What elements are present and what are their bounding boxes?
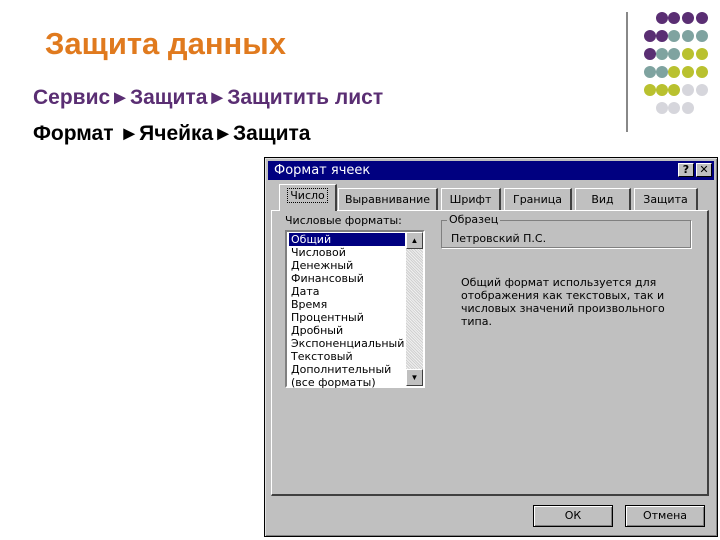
- arrow-icon: ►: [207, 87, 228, 109]
- path-step: Формат: [33, 122, 120, 145]
- format-list-item[interactable]: Процентный: [289, 311, 405, 324]
- tab-label: Число: [287, 188, 328, 203]
- decor-dot: [668, 66, 680, 78]
- decor-dot: [656, 12, 668, 24]
- dialog-titlebar: Формат ячеек ? ✕: [268, 161, 714, 180]
- cancel-button[interactable]: Отмена: [625, 505, 705, 527]
- decor-dot: [682, 48, 694, 60]
- decor-dot: [656, 30, 668, 42]
- tab-font[interactable]: Шрифт: [441, 188, 501, 210]
- menu-path-format: Формат ►Ячейка►Защита: [33, 122, 310, 146]
- decor-dot: [644, 48, 656, 60]
- decor-dot: [696, 30, 708, 42]
- decor-dot: [668, 84, 680, 96]
- format-list-item[interactable]: Дополнительный: [289, 363, 405, 376]
- slide-title: Защита данных: [45, 26, 286, 61]
- formats-listbox[interactable]: Общий Числовой Денежный Финансовый Дата Время…: [285, 230, 425, 389]
- decor-divider: [626, 12, 628, 132]
- decor-dot: [668, 12, 680, 24]
- decor-dot: [644, 66, 656, 78]
- decor-dot: [644, 84, 656, 96]
- scroll-down-icon[interactable]: ▼: [406, 369, 423, 386]
- sample-value: Петровский П.С.: [451, 232, 547, 245]
- decor-dot: [682, 66, 694, 78]
- decor-dot: [696, 84, 708, 96]
- format-list-item[interactable]: Денежный: [289, 259, 405, 272]
- decor-dot-grid: [638, 10, 720, 120]
- decor-dot: [668, 102, 680, 114]
- format-list-item[interactable]: Текстовый: [289, 350, 405, 363]
- tab-number[interactable]: Число: [279, 184, 337, 211]
- decor-dot: [682, 30, 694, 42]
- menu-path-service: Сервис►Защита►Защитить лист: [33, 86, 383, 110]
- decor-dot: [668, 48, 680, 60]
- path-step: Защита: [233, 122, 311, 145]
- tab-alignment[interactable]: Выравнивание: [338, 188, 438, 210]
- path-step: Защита: [129, 86, 208, 109]
- decor-dot: [696, 12, 708, 24]
- decor-dot: [696, 48, 708, 60]
- format-list-item[interactable]: Финансовый: [289, 272, 405, 285]
- format-list-item[interactable]: Дата: [289, 285, 405, 298]
- decor-dot: [656, 48, 668, 60]
- format-list-item[interactable]: Экспоненциальный: [289, 337, 405, 350]
- decor-dot: [668, 30, 680, 42]
- formats-scrollbar[interactable]: ▲ ▼: [406, 232, 423, 386]
- tab-protection[interactable]: Защита: [634, 188, 698, 210]
- format-list-item[interactable]: Время: [289, 298, 405, 311]
- tab-border[interactable]: Граница: [504, 188, 572, 210]
- sample-label: Образец: [447, 213, 501, 226]
- ok-button[interactable]: ОК: [533, 505, 613, 527]
- help-button[interactable]: ?: [678, 163, 694, 177]
- decor-dot: [656, 84, 668, 96]
- decor-dot: [656, 66, 668, 78]
- dialog-title: Формат ячеек: [274, 163, 371, 178]
- format-cells-dialog: Формат ячеек ? ✕ Число Выравнивание Шриф…: [264, 157, 718, 537]
- decor-dot: [682, 84, 694, 96]
- format-list-item[interactable]: Общий: [289, 233, 405, 246]
- decor-dot: [644, 30, 656, 42]
- arrow-icon: ►: [213, 123, 234, 145]
- decor-dot: [656, 102, 668, 114]
- format-list-item[interactable]: Дробный: [289, 324, 405, 337]
- tab-view[interactable]: Вид: [575, 188, 631, 210]
- close-button[interactable]: ✕: [696, 163, 712, 177]
- format-description: Общий формат используется для отображени…: [461, 276, 665, 328]
- decor-dot: [682, 102, 694, 114]
- arrow-icon: ►: [119, 123, 140, 145]
- decor-dot: [682, 12, 694, 24]
- format-list-item[interactable]: Числовой: [289, 246, 405, 259]
- scroll-up-icon[interactable]: ▲: [406, 232, 423, 249]
- path-step: Сервис: [33, 86, 111, 109]
- path-step: Ячейка: [139, 122, 214, 145]
- arrow-icon: ►: [110, 87, 130, 109]
- formats-label: Числовые форматы:: [285, 214, 402, 227]
- path-step: Защитить лист: [227, 86, 384, 109]
- format-list-item[interactable]: (все форматы): [289, 376, 405, 389]
- decor-dot: [696, 66, 708, 78]
